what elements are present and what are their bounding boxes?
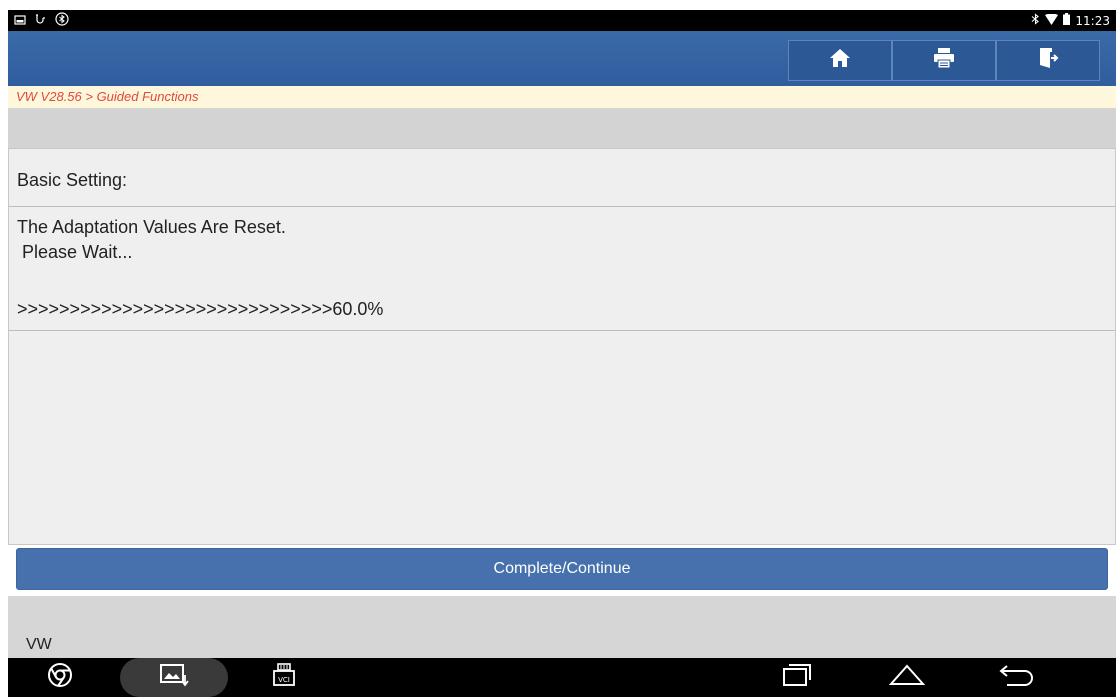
home-icon — [829, 48, 851, 73]
battery-icon — [1063, 13, 1071, 28]
screenshot-icon — [14, 13, 26, 31]
vci-app-button[interactable]: VCI — [264, 658, 304, 697]
status-icons-right: 11:23 — [1031, 13, 1110, 28]
complete-continue-button[interactable]: Complete/Continue — [16, 548, 1108, 590]
print-button[interactable] — [892, 40, 996, 81]
recent-apps-icon — [780, 662, 814, 693]
breadcrumb: VW V28.56 > Guided Functions — [8, 86, 1116, 108]
vehicle-brand-label: VW — [26, 636, 52, 653]
breadcrumb-text: VW V28.56 > Guided Functions — [16, 89, 199, 104]
message-line-1: The Adaptation Values Are Reset. — [17, 217, 286, 237]
panel-message-row: The Adaptation Values Are Reset. Please … — [9, 207, 1115, 331]
message-line-2: Please Wait... — [17, 242, 133, 262]
printer-icon — [932, 47, 956, 74]
back-arrow-icon — [999, 663, 1035, 692]
progress-text: >>>>>>>>>>>>>>>>>>>>>>>>>>>>>>60.0% — [17, 299, 384, 319]
status-icons-left — [14, 12, 69, 31]
back-button[interactable] — [992, 658, 1042, 697]
recent-apps-button[interactable] — [772, 658, 822, 697]
toolbar-strip — [8, 108, 1116, 148]
system-nav-bar: VCI — [8, 658, 1116, 697]
home-outline-icon — [888, 664, 926, 691]
panel-title: Basic Setting: — [17, 170, 128, 190]
bluetooth-circle-icon — [55, 12, 69, 31]
chrome-app-button[interactable] — [40, 658, 80, 697]
app-header — [8, 31, 1116, 86]
home-nav-button[interactable] — [882, 658, 932, 697]
svg-text:VCI: VCI — [278, 676, 290, 684]
exit-door-icon — [1037, 47, 1059, 74]
chrome-icon — [47, 662, 73, 693]
wifi-icon — [1045, 13, 1059, 28]
exit-button[interactable] — [996, 40, 1100, 81]
footer: VW — [8, 596, 1116, 658]
status-bar: 11:23 — [8, 10, 1116, 31]
image-download-icon — [159, 663, 189, 692]
vci-icon: VCI — [271, 662, 297, 693]
bluetooth-icon — [1031, 13, 1040, 28]
usb-debug-icon — [34, 13, 47, 31]
gallery-app-button[interactable] — [120, 658, 228, 697]
panel-title-row: Basic Setting: — [9, 149, 1115, 207]
home-button[interactable] — [788, 40, 892, 81]
message-panel: Basic Setting: The Adaptation Values Are… — [8, 148, 1116, 545]
clock: 11:23 — [1075, 13, 1110, 28]
